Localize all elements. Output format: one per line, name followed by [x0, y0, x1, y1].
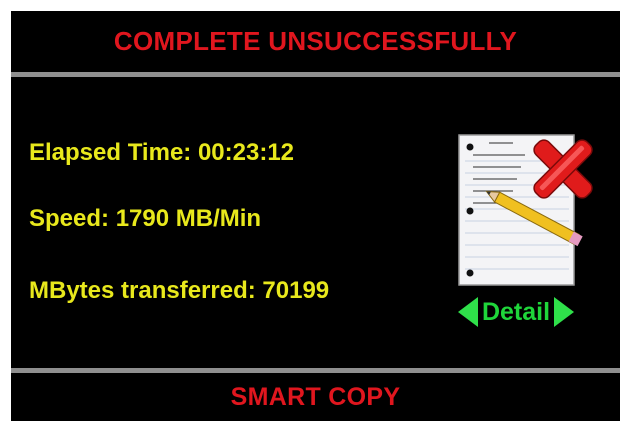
top-divider: [11, 72, 620, 77]
speed-label: Speed:: [29, 205, 110, 232]
detail-label: Detail: [481, 297, 551, 326]
mbytes-transferred-row: MBytes transferred: 70199: [29, 277, 329, 305]
device-screen: COMPLETE UNSUCCESSFULLY Elapsed Time: 00…: [11, 11, 620, 421]
elapsed-time-row: Elapsed Time: 00:23:12: [29, 139, 294, 167]
detail-button[interactable]: Detail: [443, 294, 589, 330]
elapsed-time-label: Elapsed Time:: [29, 139, 192, 166]
document-with-red-x-icon: [458, 134, 593, 286]
mbytes-transferred-value: 70199: [262, 277, 330, 304]
status-header: COMPLETE UNSUCCESSFULLY: [11, 11, 620, 72]
mode-label: SMART COPY: [230, 382, 401, 411]
elapsed-time-value: 00:23:12: [197, 139, 295, 166]
speed-value: 1790 MB/Min: [115, 205, 262, 232]
green-right-arrow-icon[interactable]: [554, 297, 575, 327]
green-left-arrow-icon[interactable]: [457, 297, 478, 327]
footer: SMART COPY: [11, 373, 620, 421]
mbytes-transferred-label: MBytes transferred:: [29, 277, 256, 304]
status-title: COMPLETE UNSUCCESSFULLY: [113, 26, 518, 56]
speed-row: Speed: 1790 MB/Min: [29, 205, 261, 233]
